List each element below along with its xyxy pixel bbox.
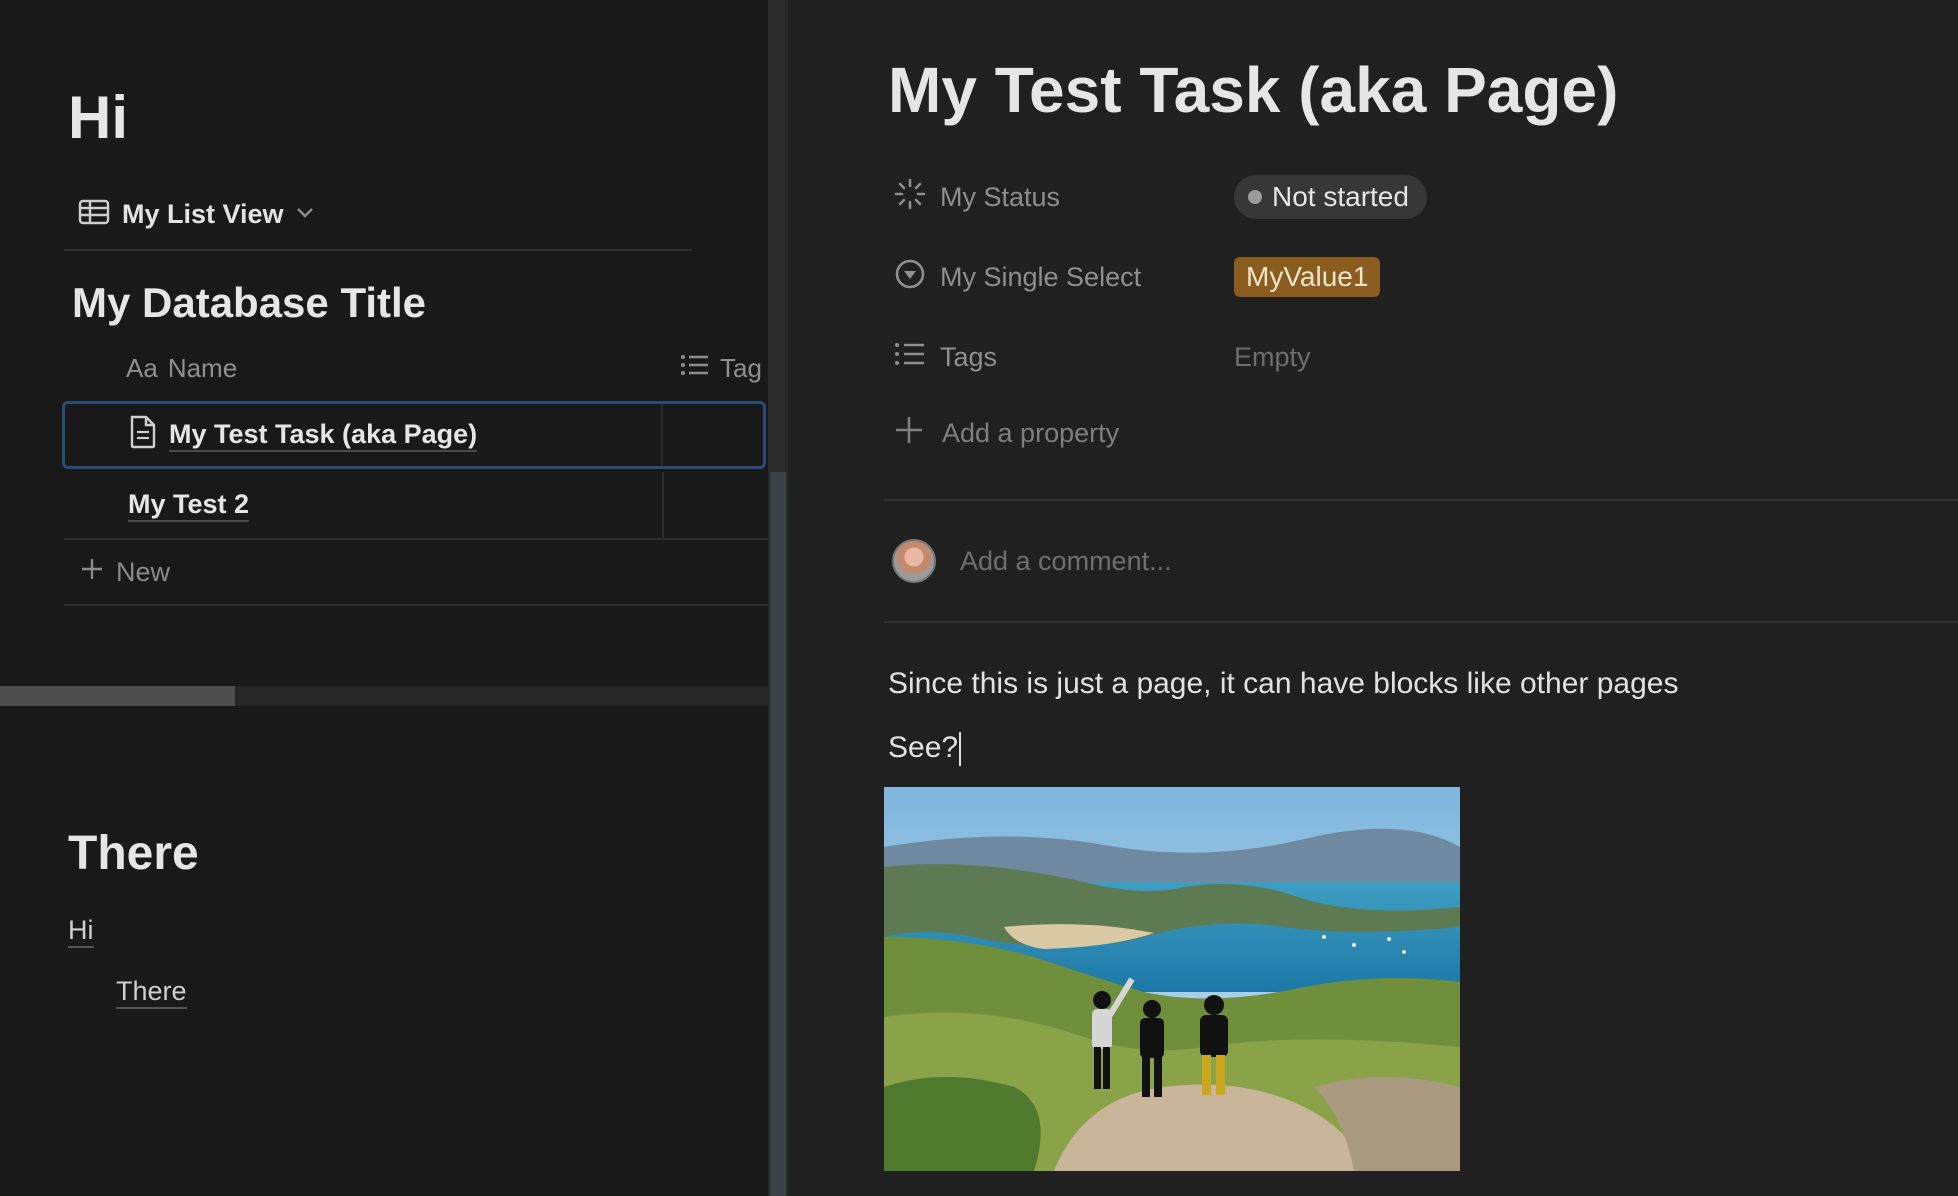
- page-icon: [129, 415, 157, 456]
- page-link-hi[interactable]: Hi: [68, 914, 94, 948]
- horizontal-scrollbar[interactable]: [0, 686, 768, 706]
- property-value-empty[interactable]: Empty: [1234, 342, 1311, 373]
- new-row-button[interactable]: New: [64, 540, 768, 606]
- section-heading: There: [68, 827, 199, 880]
- plus-icon: [894, 415, 924, 452]
- text-block[interactable]: Since this is just a page, it can have b…: [888, 664, 1678, 704]
- property-row-single-select[interactable]: My Single Select MyValue1: [894, 252, 1381, 302]
- select-icon: [894, 258, 926, 297]
- row-name-cell[interactable]: My Test 2: [128, 472, 250, 538]
- status-dot-icon: [1248, 190, 1262, 204]
- property-name[interactable]: Tags: [894, 341, 1234, 374]
- column-header-label: Name: [167, 352, 238, 383]
- text-caret: [959, 732, 962, 767]
- database-title[interactable]: My Database Title: [72, 277, 426, 329]
- avatar: [892, 539, 936, 583]
- property-label: My Status: [940, 181, 1061, 212]
- list-icon: [680, 353, 710, 384]
- plus-icon: [80, 557, 104, 588]
- table-row[interactable]: My Test Task (aka Page): [62, 401, 766, 469]
- page-heading: Hi: [68, 84, 128, 151]
- property-value[interactable]: Not started: [1234, 175, 1427, 219]
- new-row-label: New: [116, 556, 171, 587]
- divider: [884, 621, 1958, 623]
- left-page: Hi My List View My Database Title Aa Nam…: [0, 0, 768, 1196]
- scrollbar-thumb[interactable]: [770, 472, 786, 1196]
- status-icon: [894, 178, 926, 217]
- row-name-cell[interactable]: My Test Task (aka Page): [129, 404, 478, 466]
- property-name[interactable]: My Status: [894, 178, 1234, 217]
- view-tab-my-list-view[interactable]: My List View: [78, 194, 314, 234]
- status-label: Not started: [1272, 181, 1409, 212]
- divider: [884, 499, 1958, 501]
- vertical-scrollbar[interactable]: [768, 0, 788, 1196]
- list-icon: [894, 341, 926, 374]
- scrollbar-thumb[interactable]: [0, 686, 235, 706]
- text-block: See?: [888, 731, 959, 764]
- property-row-status[interactable]: My Status Not started: [894, 172, 1427, 222]
- cell-divider: [661, 404, 663, 466]
- status-badge[interactable]: Not started: [1234, 175, 1427, 219]
- column-header-label: Tag: [720, 352, 762, 383]
- page-link-there[interactable]: There: [116, 975, 187, 1009]
- page-title[interactable]: My Test Task (aka Page): [888, 50, 1618, 130]
- row-name: My Test 2: [128, 488, 250, 522]
- select-tag[interactable]: MyValue1: [1234, 257, 1381, 297]
- table-row[interactable]: My Test 2: [64, 472, 768, 540]
- column-header-tags[interactable]: Tag: [680, 350, 762, 386]
- row-name: My Test Task (aka Page): [169, 418, 478, 452]
- property-row-tags[interactable]: Tags Empty: [894, 332, 1311, 382]
- table-icon: [78, 198, 110, 231]
- view-tab-label: My List View: [122, 198, 284, 229]
- view-tab-underline: [64, 249, 692, 251]
- coastal-landscape-photo[interactable]: [884, 787, 1460, 1171]
- property-name[interactable]: My Single Select: [894, 258, 1234, 297]
- text-block-with-caret[interactable]: See?: [888, 728, 962, 768]
- cell-divider: [662, 472, 664, 538]
- chevron-down-icon[interactable]: [296, 205, 314, 224]
- comment-composer[interactable]: [892, 536, 1562, 586]
- property-label: My Single Select: [940, 261, 1142, 292]
- add-property-label: Add a property: [942, 417, 1120, 448]
- column-header-name[interactable]: Aa Name: [126, 350, 237, 386]
- add-property-button[interactable]: Add a property: [894, 408, 1119, 458]
- text-type-icon: Aa: [126, 352, 158, 383]
- property-label: Tags: [940, 341, 998, 372]
- comment-input[interactable]: [958, 544, 1562, 578]
- peek-page: My Test Task (aka Page) My Status Not st…: [788, 0, 1958, 1196]
- property-value[interactable]: MyValue1: [1234, 257, 1381, 297]
